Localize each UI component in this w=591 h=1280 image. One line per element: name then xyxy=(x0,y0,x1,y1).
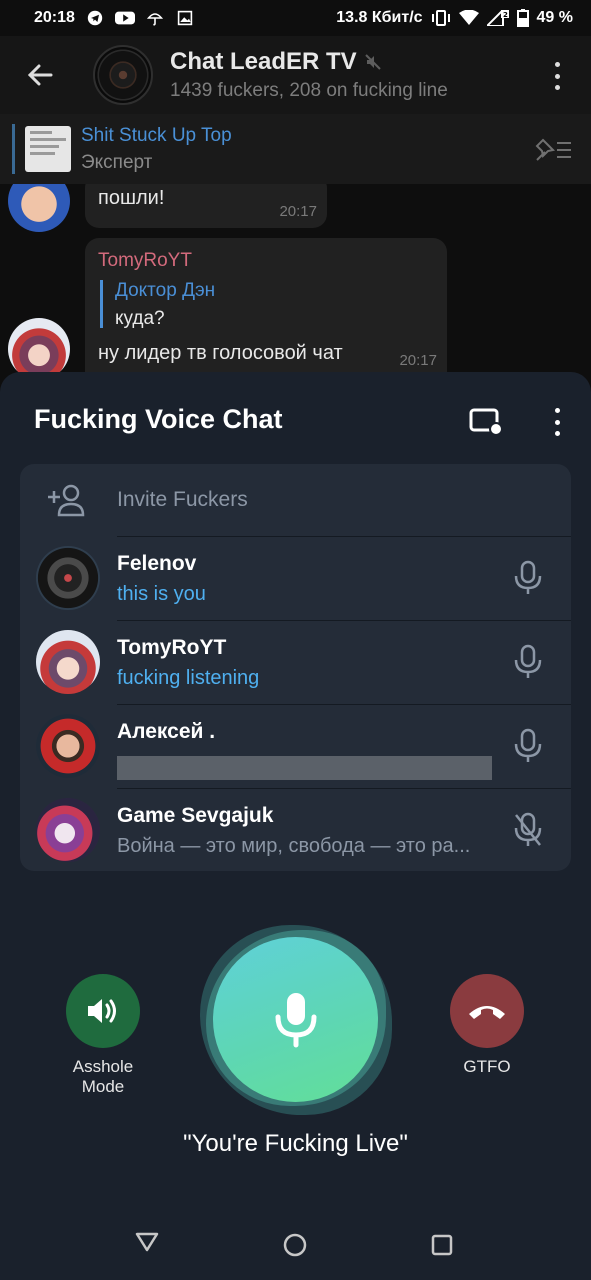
chat-header: Chat LeadER TV 1439 fuckers, 208 on fuck… xyxy=(0,36,591,114)
avatar[interactable] xyxy=(8,184,70,232)
status-time: 20:18 xyxy=(34,9,75,26)
more-vertical-icon[interactable] xyxy=(545,408,569,436)
reply-text: куда? xyxy=(115,308,165,329)
participant-list: Invite Fuckers Felenov this is you TomyR… xyxy=(20,464,571,871)
network-speed: 13.8 Кбит/с xyxy=(336,9,423,26)
recents-square-icon[interactable] xyxy=(430,1233,454,1257)
pinned-message[interactable]: Shit Stuck Up Top Эксперт xyxy=(0,114,591,184)
avatar xyxy=(36,714,100,778)
voice-chat-title: Fucking Voice Chat xyxy=(34,404,283,434)
leave-button[interactable] xyxy=(450,974,524,1048)
back-arrow-icon xyxy=(27,64,53,86)
participant-row[interactable]: Felenov this is you xyxy=(20,536,571,619)
more-vertical-icon[interactable] xyxy=(545,62,569,90)
screen-share-icon[interactable] xyxy=(468,406,504,436)
gallery-icon xyxy=(177,10,193,26)
signal-icon: 2 xyxy=(486,10,509,26)
message-bubble[interactable]: пошли! 20:17 xyxy=(85,184,327,228)
participant-status: this is you xyxy=(117,583,206,605)
chat-subtitle: 1439 fuckers, 208 on fucking line xyxy=(170,80,448,101)
pin-indicator xyxy=(12,124,15,174)
participant-name: Felenov xyxy=(117,552,197,575)
chat-info[interactable]: Chat LeadER TV 1439 fuckers, 208 on fuck… xyxy=(170,48,448,102)
participant-name: Game Sevgajuk xyxy=(117,804,274,827)
nav-bar xyxy=(0,1210,591,1280)
battery-level: 49 % xyxy=(536,9,573,26)
battery-icon xyxy=(516,9,529,27)
chat-avatar[interactable] xyxy=(93,45,153,105)
message-time: 20:17 xyxy=(279,203,317,220)
message-text: ну лидер тв голосовой чат xyxy=(98,342,343,364)
home-circle-icon[interactable] xyxy=(282,1232,308,1258)
participant-row[interactable]: TomyRoYT fucking listening xyxy=(20,620,571,703)
status-bar: 20:18 13.8 Кбит/с 2 49 % xyxy=(0,0,591,36)
reply-bar xyxy=(100,280,103,328)
mic-icon[interactable] xyxy=(513,728,543,764)
wifi-icon xyxy=(458,10,479,25)
avatar xyxy=(36,630,100,694)
participant-status: Война — это мир, свобода — это ра... xyxy=(117,835,471,857)
leave-label: GTFO xyxy=(463,1057,511,1076)
pinned-thumbnail xyxy=(25,126,71,172)
mic-icon xyxy=(275,992,316,1047)
add-user-icon xyxy=(48,484,85,517)
speaker-label: Asshole Mode xyxy=(72,1057,134,1096)
message-sender: TomyRoYT xyxy=(98,250,192,271)
telegram-icon xyxy=(87,10,103,26)
youtube-icon xyxy=(114,11,135,25)
redacted-status xyxy=(117,756,492,780)
invite-label: Invite Fuckers xyxy=(117,488,248,511)
participant-row[interactable]: Game Sevgajuk Война — это мир, свобода —… xyxy=(20,788,571,871)
pinned-title: Shit Stuck Up Top xyxy=(81,124,232,146)
avatar[interactable] xyxy=(8,318,70,380)
participant-row[interactable]: Алексей . xyxy=(20,704,571,787)
mic-icon[interactable] xyxy=(513,560,543,596)
avatar xyxy=(36,546,100,610)
message-text: пошли! xyxy=(98,187,165,209)
pinned-subtitle: Эксперт xyxy=(81,151,153,173)
live-status: "You're Fucking Live" xyxy=(183,1130,408,1157)
hang-up-icon xyxy=(469,1006,505,1019)
back-triangle-icon[interactable] xyxy=(134,1230,160,1254)
vibrate-icon xyxy=(431,10,450,26)
avatar xyxy=(36,798,100,862)
participant-name: TomyRoYT xyxy=(117,636,227,659)
invite-button[interactable]: Invite Fuckers xyxy=(20,464,571,536)
mic-muted-icon[interactable] xyxy=(513,812,543,848)
participant-status: fucking listening xyxy=(117,667,260,689)
pin-list-icon[interactable] xyxy=(533,134,573,164)
back-button[interactable] xyxy=(0,36,80,114)
message-bubble[interactable]: TomyRoYT Доктор Дэн куда? ну лидер тв го… xyxy=(85,238,447,384)
speaker-button[interactable] xyxy=(66,974,140,1048)
mic-toggle-button[interactable] xyxy=(213,937,378,1102)
umbrella-icon xyxy=(146,13,163,26)
message-list: пошли! 20:17 TomyRoYT Доктор Дэн куда? н… xyxy=(0,184,591,384)
message-time: 20:17 xyxy=(399,352,437,369)
chat-title: Chat LeadER TV xyxy=(170,48,357,75)
svg-text:2: 2 xyxy=(503,11,508,19)
mic-icon[interactable] xyxy=(513,644,543,680)
speaker-icon xyxy=(88,999,116,1023)
muted-speaker-icon xyxy=(364,54,381,70)
participant-name: Алексей . xyxy=(117,720,216,743)
reply-author: Доктор Дэн xyxy=(115,280,216,301)
